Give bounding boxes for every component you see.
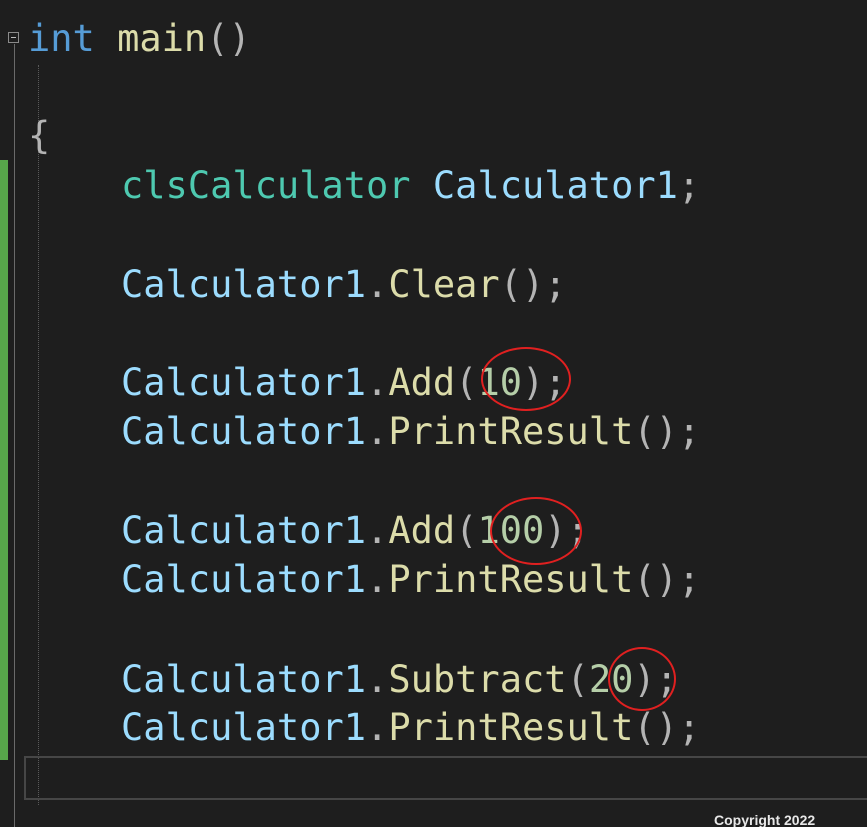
call-method: Add	[388, 509, 456, 552]
code-line-declaration: clsCalculator Calculator1;	[121, 161, 700, 211]
call-object: Calculator1	[121, 509, 367, 552]
code-editor[interactable]: int main() { clsCalculator Calculator1; …	[0, 0, 867, 827]
call-object: Calculator1	[121, 410, 367, 453]
call-dot: .	[366, 410, 389, 453]
call-dot: .	[366, 658, 389, 701]
call-open-paren: (	[455, 361, 478, 404]
indent-guide	[38, 65, 39, 805]
call-open-paren: (	[455, 509, 478, 552]
variable-name: Calculator1	[432, 164, 678, 207]
keyword-int: int	[28, 17, 95, 60]
call-open-paren: (	[499, 263, 522, 306]
copyright-text: Copyright 2022	[714, 812, 816, 827]
call-semicolon: ;	[677, 706, 701, 749]
call-open-paren: (	[633, 706, 656, 749]
call-open-paren: (	[633, 410, 656, 453]
call-dot: .	[366, 558, 389, 601]
call-close-paren: )	[522, 263, 545, 306]
code-line-call: Calculator1.PrintResult();	[121, 703, 700, 753]
call-object: Calculator1	[121, 361, 367, 404]
call-method: Clear	[388, 263, 500, 306]
call-method: PrintResult	[388, 706, 634, 749]
call-semicolon: ;	[544, 263, 567, 306]
annotation-circle-100	[490, 497, 582, 565]
type-name: clsCalculator	[121, 164, 411, 207]
call-close-paren: )	[655, 558, 678, 601]
call-object: Calculator1	[121, 706, 367, 749]
semicolon: ;	[677, 164, 701, 207]
call-object: Calculator1	[121, 658, 367, 701]
call-close-paren: )	[655, 410, 678, 453]
change-indicator-bar	[0, 160, 8, 760]
call-dot: .	[366, 509, 389, 552]
call-method: PrintResult	[388, 410, 634, 453]
code-line-call: Calculator1.Clear();	[121, 260, 567, 310]
function-name-main: main	[117, 17, 207, 60]
call-semicolon: ;	[677, 558, 701, 601]
code-line-call: Calculator1.PrintResult();	[121, 407, 700, 457]
call-object: Calculator1	[121, 263, 367, 306]
annotation-circle-10	[481, 347, 571, 411]
current-line-highlight	[24, 756, 867, 800]
code-line-call: Calculator1.Subtract(20);	[121, 655, 678, 705]
call-close-paren: )	[655, 706, 678, 749]
call-dot: .	[366, 263, 389, 306]
call-dot: .	[366, 706, 389, 749]
annotation-circle-20	[608, 647, 676, 711]
call-method: Add	[388, 361, 456, 404]
main-parens: ()	[206, 17, 251, 60]
open-brace: {	[28, 114, 51, 157]
call-object: Calculator1	[121, 558, 367, 601]
call-semicolon: ;	[677, 410, 701, 453]
call-dot: .	[366, 361, 389, 404]
call-open-paren: (	[633, 558, 656, 601]
code-line-call: Calculator1.PrintResult();	[121, 555, 700, 605]
code-line-open-brace: {	[28, 111, 50, 161]
code-line-main-signature: int main()	[28, 14, 251, 64]
fold-region-line	[14, 44, 15, 827]
call-method: PrintResult	[388, 558, 634, 601]
fold-toggle-icon[interactable]	[8, 32, 19, 43]
call-method: Subtract	[388, 658, 567, 701]
call-open-paren: (	[566, 658, 589, 701]
